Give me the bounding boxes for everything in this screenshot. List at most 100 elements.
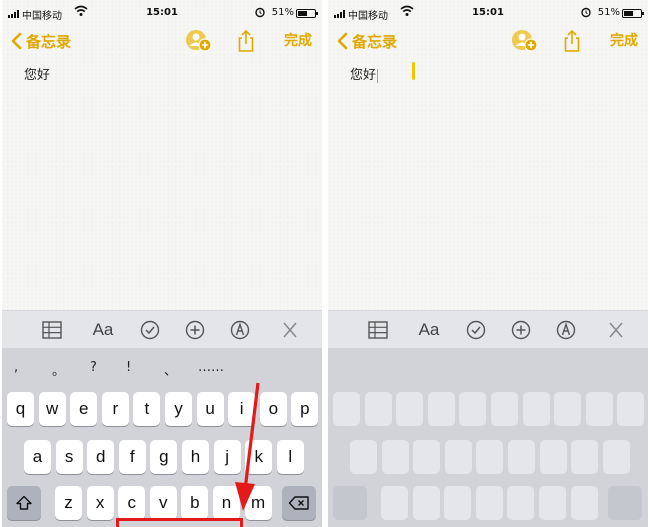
format-button[interactable]: Aa <box>414 319 444 341</box>
back-button[interactable]: 备忘录 <box>10 28 71 54</box>
alarm-icon <box>255 7 265 18</box>
status-bar: 中国移动 15:01 51% <box>2 0 322 28</box>
key-f[interactable]: f <box>118 440 146 474</box>
key-s[interactable]: s <box>55 440 83 474</box>
keyboard: , 。?! 、 …… qwertyuiop asdfghjkl zxcvbnm <box>2 348 322 527</box>
key-g <box>476 440 504 474</box>
delete-key[interactable] <box>282 486 316 520</box>
key-e[interactable]: e <box>70 392 98 426</box>
nav-bar: 备忘录 完成 <box>328 28 648 54</box>
key-j <box>539 440 567 474</box>
annotation-highlight-box <box>116 518 243 527</box>
format-button[interactable]: Aa <box>88 319 118 341</box>
candidate-item[interactable]: ? <box>90 360 97 375</box>
close-icon[interactable] <box>278 319 302 341</box>
key-r <box>427 392 455 426</box>
done-button[interactable]: 完成 <box>284 28 312 54</box>
key-n <box>539 486 566 520</box>
key-y[interactable]: y <box>165 392 192 426</box>
key-m[interactable]: m <box>244 486 272 520</box>
add-person-icon[interactable] <box>510 28 540 54</box>
close-icon[interactable] <box>604 319 628 341</box>
table-icon[interactable] <box>366 319 390 341</box>
left-screenshot: 中国移动 15:01 51% 备忘录 完成 您好 Aa , 。?! 、 …… qwer… <box>2 0 322 527</box>
add-person-icon[interactable] <box>184 28 214 54</box>
key-d[interactable]: d <box>87 440 115 474</box>
key-t[interactable]: t <box>133 392 161 426</box>
battery-percentage: 51% <box>271 7 294 18</box>
key-z[interactable]: z <box>55 486 82 520</box>
floating-cursor[interactable] <box>412 62 415 80</box>
key-b <box>507 486 535 520</box>
text-caret <box>377 68 379 83</box>
key-c[interactable]: c <box>118 486 146 520</box>
key-q[interactable]: q <box>7 392 34 426</box>
markup-icon[interactable] <box>554 319 578 341</box>
delete-key <box>608 486 642 520</box>
key-w[interactable]: w <box>38 392 66 426</box>
nav-bar: 备忘录 完成 <box>2 28 322 54</box>
key-l <box>602 440 630 474</box>
key-x <box>412 486 440 520</box>
candidate-item[interactable]: …… <box>198 360 224 375</box>
keyboard-toolbar: Aa <box>2 310 322 348</box>
table-icon[interactable] <box>40 319 64 341</box>
key-f <box>444 440 472 474</box>
back-label: 备忘录 <box>26 32 72 51</box>
share-icon[interactable] <box>562 29 582 53</box>
chevron-left-icon <box>337 32 348 50</box>
key-e <box>396 392 424 426</box>
key-k[interactable]: k <box>245 440 273 474</box>
note-body[interactable]: 您好 <box>350 62 638 304</box>
markup-icon[interactable] <box>228 319 252 341</box>
key-v <box>475 486 503 520</box>
key-x[interactable]: x <box>86 486 114 520</box>
key-h[interactable]: h <box>182 440 209 474</box>
shift-key[interactable] <box>7 486 41 520</box>
checklist-icon[interactable] <box>138 319 162 341</box>
battery-icon <box>296 9 318 18</box>
key-k <box>571 440 599 474</box>
key-c <box>444 486 472 520</box>
key-j[interactable]: j <box>213 440 241 474</box>
key-i[interactable]: i <box>228 392 256 426</box>
key-l[interactable]: l <box>276 440 304 474</box>
backspace-icon <box>288 496 309 510</box>
keyboard-trackpad-mode[interactable] <box>328 348 648 527</box>
key-o <box>585 392 613 426</box>
candidate-item[interactable]: , <box>14 360 18 375</box>
add-icon[interactable] <box>183 319 207 341</box>
key-g[interactable]: g <box>150 440 178 474</box>
key-t <box>459 392 487 426</box>
key-u[interactable]: u <box>196 392 224 426</box>
key-m <box>570 486 598 520</box>
done-button[interactable]: 完成 <box>610 28 638 54</box>
key-o[interactable]: o <box>259 392 287 426</box>
key-r[interactable]: r <box>101 392 129 426</box>
key-a[interactable]: a <box>24 440 51 474</box>
candidate-item[interactable]: ! <box>126 360 131 375</box>
key-z <box>381 486 408 520</box>
candidate-item[interactable]: 、 <box>164 360 177 379</box>
key-d <box>413 440 441 474</box>
key-b[interactable]: b <box>181 486 209 520</box>
back-label: 备忘录 <box>352 32 398 51</box>
key-n[interactable]: n <box>213 486 240 520</box>
key-q <box>333 392 360 426</box>
checklist-icon[interactable] <box>464 319 488 341</box>
right-screenshot: 中国移动 15:01 51% 备忘录 完成 您好 Aa <box>328 0 648 527</box>
add-icon[interactable] <box>509 319 533 341</box>
key-v[interactable]: v <box>149 486 177 520</box>
note-body[interactable]: 您好 <box>24 64 312 304</box>
key-u <box>522 392 550 426</box>
chevron-left-icon <box>11 32 22 50</box>
key-p[interactable]: p <box>291 392 319 426</box>
shift-icon <box>16 495 32 510</box>
key-p <box>617 392 645 426</box>
status-bar: 中国移动 15:01 51% <box>328 0 648 28</box>
candidate-item[interactable]: 。 <box>52 360 65 379</box>
share-icon[interactable] <box>236 29 256 53</box>
back-button[interactable]: 备忘录 <box>336 28 397 54</box>
key-w <box>364 392 392 426</box>
candidate-bar: , 。?! 、 …… <box>2 348 322 386</box>
